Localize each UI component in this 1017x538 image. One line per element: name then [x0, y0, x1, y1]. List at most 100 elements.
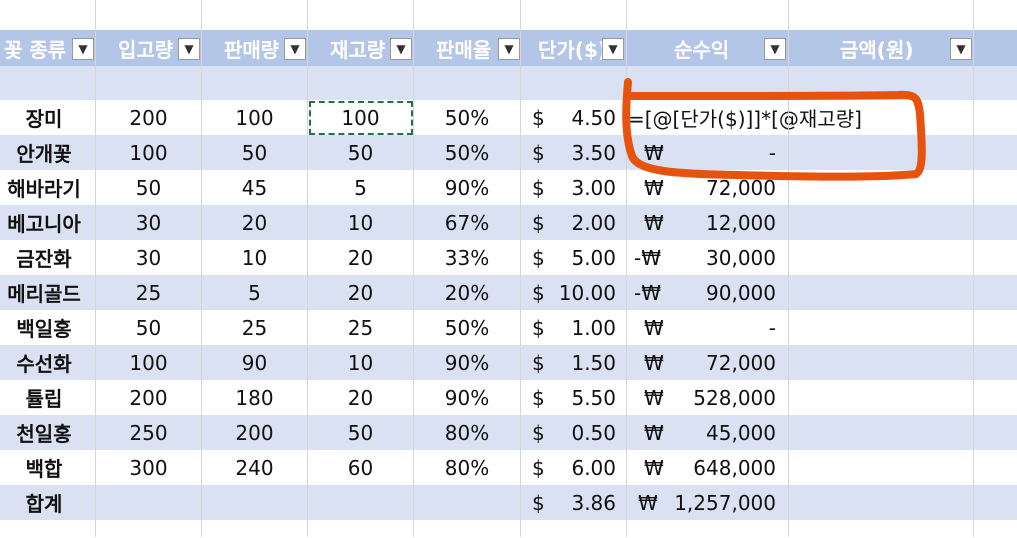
- cell-flower-name[interactable]: 백합: [0, 450, 88, 485]
- cell-unit-price[interactable]: 10.00: [540, 275, 628, 310]
- cell-flower-name[interactable]: 해바라기: [0, 170, 88, 205]
- filter-dropdown-icon[interactable]: ▼: [72, 38, 94, 60]
- table-row[interactable]: 수선화 100 90 10 90% $1.50 ₩72,000: [0, 345, 1017, 381]
- cell-unit-price[interactable]: 2.00: [540, 205, 628, 240]
- filter-dropdown-icon[interactable]: ▼: [602, 38, 624, 60]
- cell-sold[interactable]: 200: [202, 415, 307, 450]
- cell-incoming[interactable]: 30: [96, 205, 201, 240]
- cell-sales-rate[interactable]: 80%: [414, 415, 520, 450]
- cell-sales-rate[interactable]: 67%: [414, 205, 520, 240]
- cell-net-profit[interactable]: -: [660, 310, 788, 345]
- cell-incoming[interactable]: 250: [96, 415, 201, 450]
- cell-incoming[interactable]: 50: [96, 170, 201, 205]
- cell-net-profit[interactable]: 648,000: [660, 450, 788, 485]
- cell-net-profit[interactable]: 12,000: [660, 205, 788, 240]
- filter-dropdown-icon[interactable]: ▼: [764, 38, 786, 60]
- blank-row-top[interactable]: [0, 0, 1017, 31]
- selected-cell[interactable]: [309, 101, 413, 135]
- cell-unit-price[interactable]: 6.00: [540, 450, 628, 485]
- cell-incoming[interactable]: 100: [96, 345, 201, 380]
- cell-net-profit[interactable]: 30,000: [660, 240, 788, 275]
- cell-stock[interactable]: 10: [308, 205, 413, 240]
- cell-sales-rate[interactable]: 33%: [414, 240, 520, 275]
- filter-dropdown-icon[interactable]: ▼: [390, 38, 412, 60]
- cell-unit-price[interactable]: 0.50: [540, 415, 628, 450]
- cell-net-profit[interactable]: 528,000: [660, 380, 788, 415]
- total-unit-price: 3.86: [571, 490, 616, 515]
- cell-unit-price[interactable]: 4.50: [540, 100, 628, 135]
- cell-sales-rate[interactable]: 80%: [414, 450, 520, 485]
- table-row[interactable]: 튤립 200 180 20 90% $5.50 ₩528,000: [0, 380, 1017, 416]
- cell-flower-name[interactable]: 메리골드: [0, 275, 88, 310]
- total-label: 합계: [25, 492, 63, 516]
- cell-incoming[interactable]: 25: [96, 275, 201, 310]
- cell-sold[interactable]: 5: [202, 275, 307, 310]
- cell-sales-rate[interactable]: 90%: [414, 170, 520, 205]
- total-row[interactable]: 합계 $ 3.86 ₩ 1,257,000: [0, 485, 1017, 521]
- cell-sold[interactable]: 90: [202, 345, 307, 380]
- cell-sold[interactable]: 180: [202, 380, 307, 415]
- table-row[interactable]: 천일홍 250 200 50 80% $0.50 ₩45,000: [0, 415, 1017, 451]
- header-amount-won: 금액(원): [840, 37, 914, 62]
- cell-sold[interactable]: 240: [202, 450, 307, 485]
- cell-sold[interactable]: 20: [202, 205, 307, 240]
- cell-stock[interactable]: 20: [308, 275, 413, 310]
- cell-sold[interactable]: 10: [202, 240, 307, 275]
- cell-flower-name[interactable]: 안개꽃: [0, 135, 88, 170]
- header-sales-rate: 판매율: [436, 37, 492, 62]
- cell-stock[interactable]: 20: [308, 380, 413, 415]
- cell-flower-name[interactable]: 튤립: [0, 380, 88, 415]
- currency-symbol: -₩: [634, 280, 661, 305]
- table-row[interactable]: 백일홍 50 25 25 50% $1.00 ₩ -: [0, 310, 1017, 346]
- cell-net-profit[interactable]: 72,000: [660, 345, 788, 380]
- cell-flower-name[interactable]: 백일홍: [0, 310, 88, 345]
- cell-sales-rate[interactable]: 50%: [414, 310, 520, 345]
- cell-unit-price[interactable]: 3.50: [540, 135, 628, 170]
- cell-incoming[interactable]: 300: [96, 450, 201, 485]
- cell-sold[interactable]: 25: [202, 310, 307, 345]
- header-net-profit: 순수익: [674, 37, 730, 62]
- cell-incoming[interactable]: 200: [96, 100, 201, 135]
- cell-incoming[interactable]: 50: [96, 310, 201, 345]
- cell-flower-name[interactable]: 수선화: [0, 345, 88, 380]
- cell-sales-rate[interactable]: 20%: [414, 275, 520, 310]
- cell-unit-price[interactable]: 3.00: [540, 170, 628, 205]
- cell-stock[interactable]: 5: [308, 170, 413, 205]
- table-row[interactable]: 백합 300 240 60 80% $6.00 ₩648,000: [0, 450, 1017, 486]
- cell-stock[interactable]: 50: [308, 135, 413, 170]
- cell-flower-name[interactable]: 베고니아: [0, 205, 88, 240]
- filter-dropdown-icon[interactable]: ▼: [178, 38, 200, 60]
- cell-net-profit[interactable]: 90,000: [660, 275, 788, 310]
- cell-stock[interactable]: 20: [308, 240, 413, 275]
- cell-stock[interactable]: 10: [308, 345, 413, 380]
- cell-unit-price[interactable]: 1.50: [540, 345, 628, 380]
- cell-flower-name[interactable]: 금잔화: [0, 240, 88, 275]
- table-row[interactable]: 금잔화 30 10 20 33% $5.00 -₩ 30,000: [0, 240, 1017, 276]
- cell-sales-rate[interactable]: 90%: [414, 345, 520, 380]
- cell-sold[interactable]: 50: [202, 135, 307, 170]
- cell-stock[interactable]: 60: [308, 450, 413, 485]
- filter-dropdown-icon[interactable]: ▼: [284, 38, 306, 60]
- cell-sold[interactable]: 100: [202, 100, 307, 135]
- cell-unit-price[interactable]: 1.00: [540, 310, 628, 345]
- filter-dropdown-icon[interactable]: ▼: [498, 38, 520, 60]
- cell-stock[interactable]: 50: [308, 415, 413, 450]
- cell-unit-price[interactable]: 5.50: [540, 380, 628, 415]
- table-row[interactable]: 베고니아 30 20 10 67% $2.00 ₩12,000: [0, 205, 1017, 241]
- cell-unit-price[interactable]: 5.00: [540, 240, 628, 275]
- cell-incoming[interactable]: 30: [96, 240, 201, 275]
- cell-sales-rate[interactable]: 50%: [414, 100, 520, 135]
- cell-incoming[interactable]: 200: [96, 380, 201, 415]
- cell-sales-rate[interactable]: 90%: [414, 380, 520, 415]
- cell-flower-name[interactable]: 장미: [0, 100, 88, 135]
- table-row[interactable]: 메리골드 25 5 20 20% $10.00 -₩ 90,000: [0, 275, 1017, 311]
- cell-sold[interactable]: 45: [202, 170, 307, 205]
- cell-incoming[interactable]: 100: [96, 135, 201, 170]
- cell-flower-name[interactable]: 천일홍: [0, 415, 88, 450]
- blank-row-bottom[interactable]: [0, 520, 1017, 538]
- gridline: [973, 0, 974, 537]
- cell-sales-rate[interactable]: 50%: [414, 135, 520, 170]
- cell-stock[interactable]: 25: [308, 310, 413, 345]
- cell-net-profit[interactable]: 45,000: [660, 415, 788, 450]
- filter-dropdown-icon[interactable]: ▼: [950, 38, 972, 60]
